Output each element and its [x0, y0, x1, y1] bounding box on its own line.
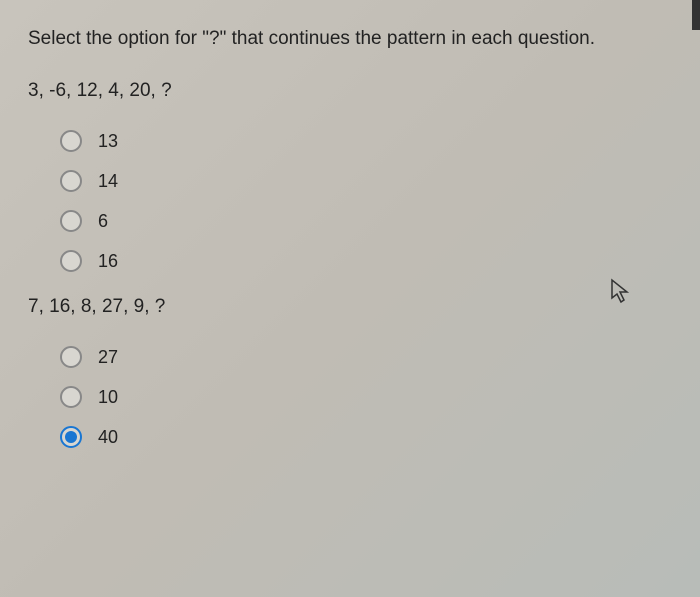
question-2-sequence: 7, 16, 8, 27, 9, ?: [28, 296, 672, 318]
question-1-options: 13 14 6 16: [60, 130, 672, 272]
q1-option-2[interactable]: 6: [60, 210, 672, 232]
question-1-sequence: 3, -6, 12, 4, 20, ?: [28, 80, 672, 102]
edge-decoration: [692, 0, 700, 30]
radio-icon[interactable]: [60, 386, 82, 408]
radio-icon[interactable]: [60, 426, 82, 448]
radio-icon[interactable]: [60, 346, 82, 368]
q1-option-3[interactable]: 16: [60, 250, 672, 272]
radio-icon[interactable]: [60, 210, 82, 232]
q1-option-1[interactable]: 14: [60, 170, 672, 192]
q2-option-2[interactable]: 40: [60, 426, 672, 448]
option-label: 6: [98, 211, 108, 232]
instruction-text: Select the option for "?" that continues…: [28, 28, 672, 50]
option-label: 16: [98, 251, 118, 272]
question-2-options: 27 10 40: [60, 346, 672, 448]
option-label: 14: [98, 171, 118, 192]
option-label: 40: [98, 427, 118, 448]
radio-icon[interactable]: [60, 170, 82, 192]
q2-option-0[interactable]: 27: [60, 346, 672, 368]
option-label: 10: [98, 387, 118, 408]
option-label: 13: [98, 131, 118, 152]
q1-option-0[interactable]: 13: [60, 130, 672, 152]
option-label: 27: [98, 347, 118, 368]
radio-icon[interactable]: [60, 130, 82, 152]
q2-option-1[interactable]: 10: [60, 386, 672, 408]
radio-icon[interactable]: [60, 250, 82, 272]
